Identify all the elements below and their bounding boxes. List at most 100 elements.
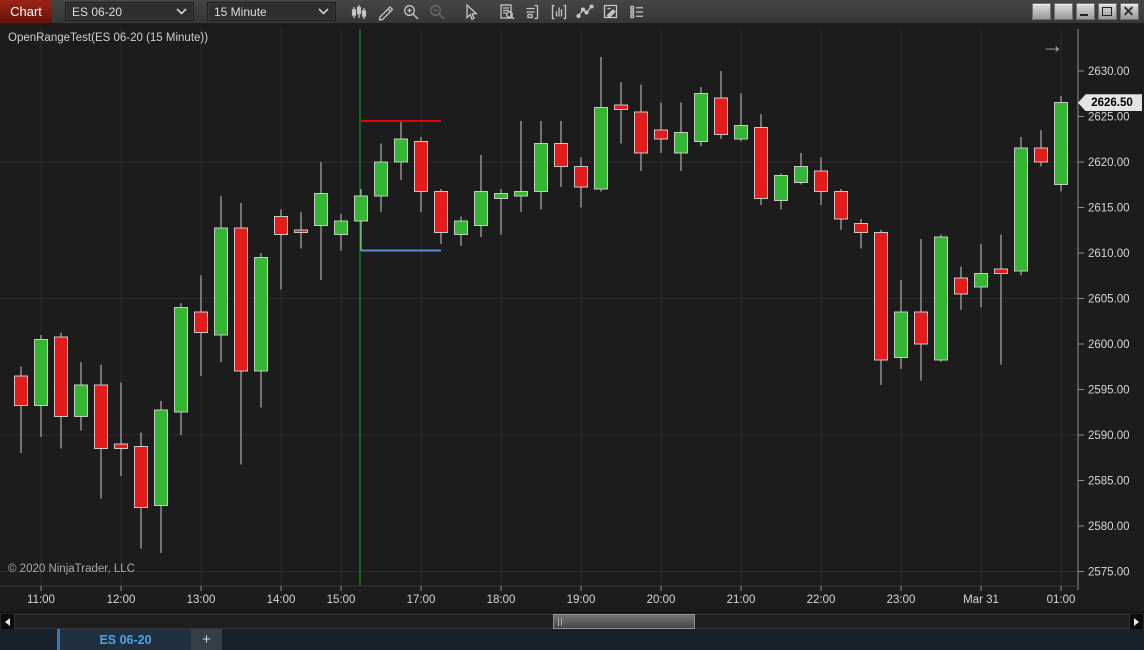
chart-window: Chart ES 06-20 15 Minute 2575.00 2580.00… — [0, 0, 1144, 650]
chart-properties-icon — [603, 4, 618, 18]
chevron-down-icon — [318, 8, 329, 15]
candlestick-bar — [694, 93, 708, 142]
chart-properties-button[interactable] — [598, 2, 624, 22]
scroll-right-button[interactable] — [1130, 614, 1143, 629]
scroll-left-button[interactable] — [1, 614, 14, 629]
candlestick-bar — [1034, 147, 1048, 163]
maximize-icon — [1102, 7, 1112, 16]
candlestick-bar — [894, 311, 908, 359]
candlestick-bar — [574, 165, 588, 188]
candlestick-bar — [594, 106, 608, 190]
candlestick-bar — [74, 384, 88, 418]
instrument-value: ES 06-20 — [72, 4, 123, 19]
zoom-out-icon — [430, 4, 445, 19]
instrument-selector[interactable]: ES 06-20 — [65, 2, 194, 21]
candlestick-bar — [994, 268, 1008, 274]
maximize-button[interactable] — [1098, 3, 1117, 20]
candlestick-bar — [194, 311, 208, 334]
candlestick-bar — [374, 161, 388, 197]
cursor-icon — [466, 3, 478, 20]
candlestick-bar — [494, 193, 508, 199]
candlestick-bar — [754, 127, 768, 199]
thumb-grip — [558, 618, 559, 626]
horizontal-scrollbar — [0, 612, 1144, 630]
interval-value: 15 Minute — [214, 4, 267, 19]
candlestick-bar — [914, 311, 928, 345]
panels-icon — [526, 4, 539, 19]
candlestick-chart: 2575.002580.002585.002590.002595.002600.… — [0, 23, 1144, 612]
candlestick-bar — [1054, 102, 1068, 186]
list-view-button[interactable] — [624, 2, 650, 22]
go-to-end-arrow-icon[interactable]: → — [1041, 34, 1064, 57]
candlestick-bar — [294, 229, 308, 233]
candlestick-bar — [534, 143, 548, 192]
scroll-right-icon — [1134, 617, 1139, 626]
candlestick-bar — [514, 190, 528, 197]
candlestick-bar — [614, 104, 628, 111]
candlestick-bar — [734, 124, 748, 140]
candlestick-bar — [334, 220, 348, 236]
candlestick-bar — [634, 111, 648, 154]
cursor-button[interactable] — [458, 2, 484, 22]
data-box-button[interactable] — [494, 2, 520, 22]
tab-es-06-20[interactable]: ES 06-20 — [57, 629, 191, 650]
indicator-label[interactable]: OpenRangeTest(ES 06-20 (15 Minute)) — [8, 32, 208, 44]
line-tools-icon — [576, 3, 594, 18]
candlestick-bar — [314, 193, 328, 227]
candlestick-bar — [434, 190, 448, 233]
candlestick-bar — [674, 131, 688, 154]
candlestick-bar — [1014, 147, 1028, 272]
window-type-text: Chart — [10, 4, 42, 19]
candlestick-bar — [854, 222, 868, 233]
zoom-out-button[interactable] — [424, 2, 450, 22]
candlestick-bar — [114, 443, 128, 450]
candlestick-bar — [54, 336, 68, 418]
window-type-label: Chart — [0, 0, 52, 23]
candlestick-bar — [234, 227, 248, 372]
minimize-button[interactable] — [1076, 3, 1095, 20]
zoom-in-button[interactable] — [398, 2, 424, 22]
candlestick-bar — [34, 338, 48, 406]
candlestick-bar — [394, 138, 408, 163]
scrollbar-thumb[interactable] — [553, 614, 695, 629]
scroll-left-icon — [5, 617, 10, 626]
scrollbar-track[interactable] — [14, 614, 1130, 629]
candlestick-bar — [714, 97, 728, 136]
window-controls — [1029, 3, 1144, 20]
interval-link-button[interactable] — [1054, 3, 1073, 20]
candlestick-bar — [414, 140, 428, 192]
candlestick-bar — [154, 409, 168, 506]
candlestick-bar — [354, 195, 368, 222]
list-view-icon — [630, 5, 643, 18]
copyright-text: © 2020 NinjaTrader, LLC — [8, 563, 135, 575]
chart-background — [0, 23, 1144, 612]
panels-button[interactable] — [520, 2, 546, 22]
candlestick-bar — [554, 143, 568, 167]
candlestick-bar — [654, 129, 668, 140]
minimize-icon — [1080, 14, 1088, 16]
drawing-tools-button[interactable] — [372, 2, 398, 22]
line-tools-button[interactable] — [572, 2, 598, 22]
interval-selector[interactable]: 15 Minute — [207, 2, 336, 21]
chart-area[interactable]: 2575.00 2580.00 2585.00 2590.00 2595.00 2600.… — [0, 23, 1144, 612]
candlestick-bar — [174, 307, 188, 413]
candlestick-bar — [454, 220, 468, 236]
add-tab-button[interactable]: + — [191, 629, 222, 650]
candlestick-bar — [834, 190, 848, 220]
chevron-down-icon — [176, 8, 187, 15]
pencil-icon — [378, 5, 394, 21]
chart-style-icon — [351, 4, 367, 19]
close-button[interactable] — [1120, 3, 1139, 20]
chart-style-button[interactable] — [346, 2, 372, 22]
candlestick-bar — [874, 231, 888, 361]
candlestick-bar — [474, 190, 488, 227]
indicators-button[interactable] — [546, 2, 572, 22]
candlestick-bar — [934, 236, 948, 361]
candlestick-bar — [134, 445, 148, 509]
zoom-in-icon — [404, 4, 419, 19]
candlestick-bar — [94, 384, 108, 450]
candlestick-bar — [974, 272, 988, 288]
instrument-link-button[interactable] — [1032, 3, 1051, 20]
tab-bar: ES 06-20 + — [0, 629, 1144, 650]
candlestick-bar — [774, 175, 788, 202]
